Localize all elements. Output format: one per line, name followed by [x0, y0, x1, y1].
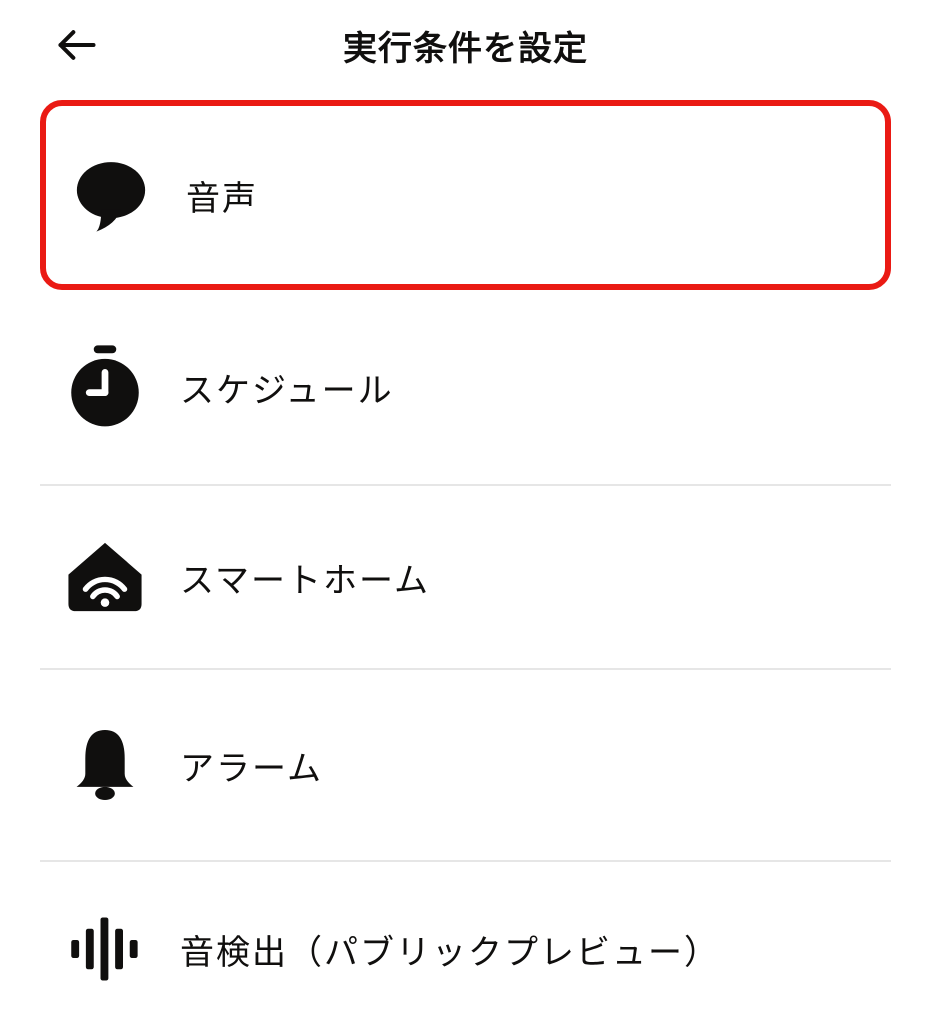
condition-list: 音声 スケジュール スマートホーム: [0, 100, 931, 1036]
list-item-label: スマートホーム: [160, 553, 430, 602]
smart-home-icon: [50, 541, 160, 613]
alarm-bell-icon: [50, 725, 160, 805]
page-title: 実行条件を設定: [30, 21, 901, 70]
list-item-label: アラーム: [160, 741, 323, 790]
list-item-smart-home[interactable]: スマートホーム: [40, 486, 891, 670]
list-item-label: 音検出（パブリックプレビュー）: [160, 925, 720, 974]
list-item-alarm[interactable]: アラーム: [40, 670, 891, 862]
page-header: 実行条件を設定: [0, 0, 931, 90]
back-button[interactable]: [55, 23, 99, 67]
sound-wave-icon: [50, 917, 160, 981]
list-item-label: スケジュール: [160, 363, 394, 412]
speech-icon: [56, 156, 166, 234]
list-item-schedule[interactable]: スケジュール: [40, 290, 891, 486]
list-item-sound-detection[interactable]: 音検出（パブリックプレビュー）: [40, 862, 891, 1036]
list-item-label: 音声: [166, 171, 258, 220]
list-item-voice[interactable]: 音声: [40, 100, 891, 290]
clock-icon: [50, 345, 160, 429]
arrow-left-icon: [55, 23, 99, 67]
